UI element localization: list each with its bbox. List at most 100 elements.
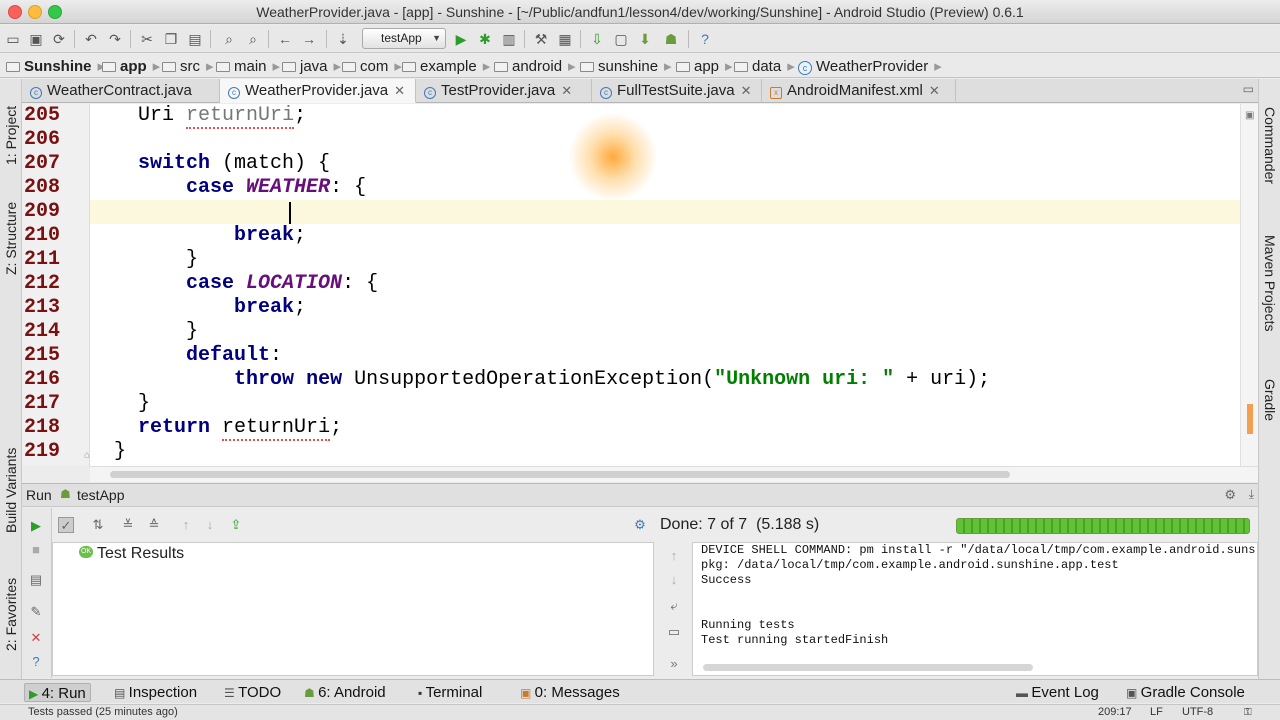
- back-icon[interactable]: ←: [276, 30, 294, 48]
- tab-fulltestsuite[interactable]: c FullTestSuite.java ✕: [592, 79, 762, 103]
- settings-icon[interactable]: ▦: [556, 30, 574, 48]
- help-icon[interactable]: ?: [696, 30, 714, 48]
- breadcrumb-android[interactable]: android ▸: [494, 57, 576, 76]
- gradle-console-icon: ▣: [1126, 686, 1141, 700]
- editor-vertical-scrollbar[interactable]: ▣: [1240, 104, 1258, 466]
- structure-tool-button[interactable]: Z: Structure: [3, 202, 19, 275]
- more-icon[interactable]: »: [666, 656, 682, 672]
- tab-androidmanifest[interactable]: x AndroidManifest.xml ✕: [762, 79, 956, 103]
- status-bar: Tests passed (25 minutes ago) 209:17 LF …: [0, 704, 1280, 720]
- favorites-tool-button[interactable]: 2: Favorites: [3, 578, 19, 651]
- console-output[interactable]: DEVICE SHELL COMMAND: pm install -r "/da…: [692, 542, 1258, 676]
- console-scrollbar[interactable]: [703, 664, 1033, 671]
- lock-icon[interactable]: ⚿: [1244, 705, 1252, 720]
- android-tool-tab[interactable]: ☗ 6: Android: [304, 683, 386, 702]
- pin-icon[interactable]: ✎: [28, 604, 44, 620]
- sdk-manager-icon[interactable]: ⬇: [636, 30, 654, 48]
- editor-horizontal-scrollbar[interactable]: [90, 466, 1258, 482]
- export-results-icon[interactable]: ⇪: [228, 517, 244, 533]
- close-tab-icon[interactable]: ✕: [741, 83, 752, 98]
- maven-tool-button[interactable]: Maven Projects: [1262, 235, 1278, 331]
- stop-icon[interactable]: ■: [28, 542, 44, 558]
- open-folder-icon[interactable]: ▭: [4, 30, 22, 48]
- right-tool-strip: Commander Maven Projects Gradle: [1258, 79, 1280, 679]
- commander-tool-button[interactable]: Commander: [1262, 107, 1278, 184]
- tab-weathercontract[interactable]: c WeatherContract.java: [22, 79, 220, 103]
- help-icon[interactable]: ?: [28, 654, 44, 670]
- breadcrumb-example[interactable]: example ▸: [402, 57, 490, 76]
- find-icon[interactable]: ⌕: [220, 30, 238, 48]
- run-icon[interactable]: ▶: [452, 30, 470, 48]
- line-separator[interactable]: LF: [1150, 705, 1163, 720]
- caret-position[interactable]: 209:17: [1098, 705, 1132, 720]
- hide-panel-icon[interactable]: ⤓: [1249, 487, 1254, 502]
- class-icon: c: [798, 61, 812, 75]
- line-number: 209: [23, 200, 60, 223]
- save-icon[interactable]: ▣: [27, 30, 45, 48]
- gradle-console-tool-tab[interactable]: ▣ Gradle Console: [1126, 683, 1245, 702]
- gear-icon[interactable]: ⚙: [1224, 487, 1236, 503]
- sync-icon[interactable]: ⟳: [50, 30, 68, 48]
- breadcrumb-data[interactable]: data ▸: [734, 57, 795, 76]
- file-encoding[interactable]: UTF-8: [1182, 705, 1213, 720]
- avd-manager-icon[interactable]: ▢: [612, 30, 630, 48]
- sort-alpha-icon[interactable]: ⇅: [90, 517, 106, 533]
- down-arrow-icon[interactable]: ↓: [666, 572, 682, 588]
- event-log-tool-tab[interactable]: ▬ Event Log: [1016, 683, 1099, 702]
- gradle-sync-icon[interactable]: ⇩: [588, 30, 606, 48]
- project-structure-icon[interactable]: ⚒: [532, 30, 550, 48]
- test-results-tree[interactable]: OK Test Results: [52, 542, 654, 676]
- coverage-icon[interactable]: ▥: [500, 30, 518, 48]
- tab-testprovider[interactable]: c TestProvider.java ✕: [416, 79, 592, 103]
- terminal-tool-tab[interactable]: ▪ Terminal: [418, 683, 482, 702]
- close-tab-icon[interactable]: ✕: [394, 83, 405, 98]
- paste-icon[interactable]: ▤: [186, 30, 204, 48]
- run-tool-tab[interactable]: ▶ 4: Run: [24, 683, 91, 702]
- forward-icon[interactable]: →: [300, 30, 318, 48]
- run-config-select[interactable]: testApp ▼: [362, 28, 446, 49]
- inspection-tool-tab[interactable]: ▤ Inspection: [114, 683, 197, 702]
- breadcrumb-src[interactable]: src ▸: [162, 57, 214, 76]
- previous-test-icon[interactable]: ↑: [178, 517, 194, 533]
- soft-wrap-icon[interactable]: ⤶: [666, 598, 682, 614]
- breadcrumb-java[interactable]: java ▸: [282, 57, 341, 76]
- code-editor[interactable]: Uri returnUri; switch (match) { case WEA…: [90, 104, 1240, 466]
- cut-icon[interactable]: ✂: [138, 30, 156, 48]
- print-icon[interactable]: ▭: [666, 624, 682, 640]
- build-variants-tool-button[interactable]: Build Variants: [3, 448, 19, 533]
- breadcrumb-app[interactable]: app ▸: [102, 57, 160, 76]
- breadcrumb-com[interactable]: com ▸: [342, 57, 402, 76]
- gradle-tool-button[interactable]: Gradle: [1262, 379, 1278, 421]
- expand-all-icon[interactable]: ≚: [120, 517, 136, 533]
- rerun-icon[interactable]: ▶: [28, 518, 44, 534]
- test-results-root[interactable]: Test Results: [97, 545, 184, 563]
- up-arrow-icon[interactable]: ↑: [666, 548, 682, 564]
- undo-icon[interactable]: ↶: [82, 30, 100, 48]
- breadcrumb-app-pkg[interactable]: app ▸: [676, 57, 733, 76]
- copy-icon[interactable]: ❐: [162, 30, 180, 48]
- line-number: 206: [23, 128, 60, 151]
- messages-tool-tab[interactable]: ▣ 0: Messages: [520, 683, 620, 702]
- redo-icon[interactable]: ↷: [106, 30, 124, 48]
- project-tool-button[interactable]: 1: Project: [3, 106, 19, 165]
- make-project-icon[interactable]: ⇣: [334, 30, 352, 48]
- show-passed-icon[interactable]: ✓: [58, 517, 74, 533]
- replace-icon[interactable]: ⌕: [244, 30, 262, 48]
- layout-icon[interactable]: ▤: [28, 572, 44, 588]
- tab-weatherprovider[interactable]: c WeatherProvider.java ✕: [220, 79, 416, 103]
- todo-tool-tab[interactable]: ☰ TODO: [224, 683, 281, 702]
- breadcrumb-main[interactable]: main ▸: [216, 57, 280, 76]
- debug-icon[interactable]: ✱: [476, 30, 494, 48]
- close-tab-icon[interactable]: ✕: [561, 83, 572, 98]
- close-tab-icon[interactable]: ✕: [929, 83, 940, 98]
- split-editor-icon[interactable]: ▭: [1243, 82, 1254, 96]
- close-icon[interactable]: ✕: [28, 630, 44, 646]
- settings-gear-icon[interactable]: ⚙: [632, 517, 648, 533]
- breadcrumb-sunshine[interactable]: Sunshine▸: [6, 57, 105, 76]
- breadcrumb-weatherprovider[interactable]: c WeatherProvider ▸: [798, 57, 942, 76]
- collapse-all-icon[interactable]: ≙: [146, 517, 162, 533]
- breadcrumb-sunshine-pkg[interactable]: sunshine ▸: [580, 57, 672, 76]
- android-monitor-icon[interactable]: ☗: [662, 30, 680, 48]
- next-test-icon[interactable]: ↓: [202, 517, 218, 533]
- status-message: Tests passed (25 minutes ago): [28, 706, 178, 718]
